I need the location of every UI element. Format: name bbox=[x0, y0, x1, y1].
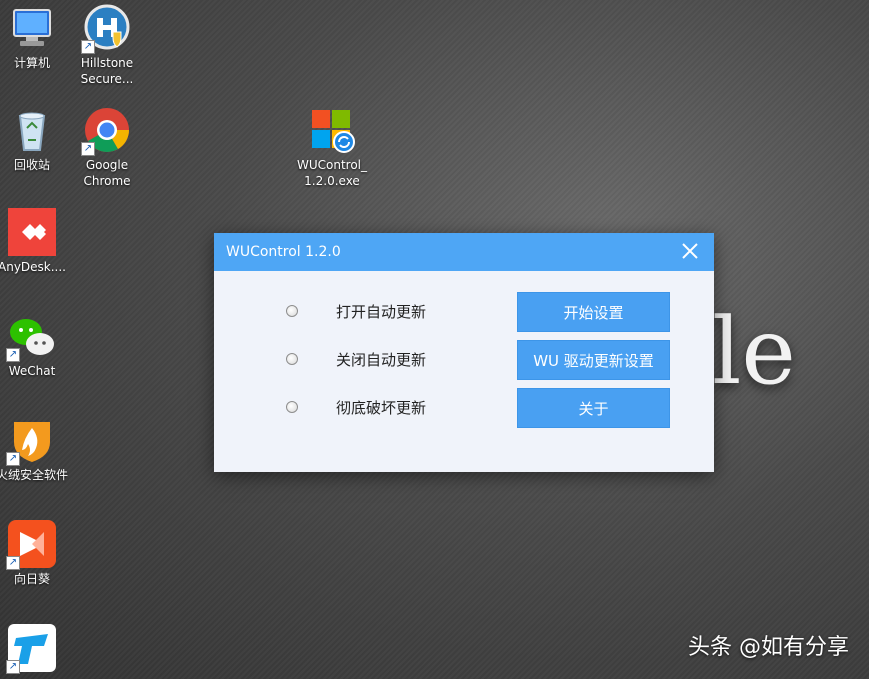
about-button[interactable]: 关于 bbox=[517, 388, 670, 428]
recycle-bin-icon bbox=[8, 106, 56, 154]
start-settings-button[interactable]: 开始设置 bbox=[517, 292, 670, 332]
desktop-icon-label: WUControl_ 1.2.0.exe bbox=[296, 158, 368, 188]
wu-driver-update-settings-button[interactable]: WU 驱动更新设置 bbox=[517, 340, 670, 380]
computer-icon bbox=[8, 4, 56, 52]
desktop-wallpaper-logo: le bbox=[712, 298, 796, 405]
dialog-title: WUControl 1.2.0 bbox=[226, 244, 341, 260]
desktop-icon-anydesk[interactable]: AnyDesk.... bbox=[0, 208, 68, 275]
shortcut-arrow-icon: ↗ bbox=[81, 40, 95, 54]
desktop-icon-label: Hillstone Secure... bbox=[80, 56, 134, 86]
anydesk-icon bbox=[8, 208, 56, 256]
desktop-icon-label: WeChat bbox=[8, 364, 56, 378]
desktop-icon-label: AnyDesk.... bbox=[0, 260, 66, 274]
shortcut-arrow-icon: ↗ bbox=[6, 556, 20, 570]
radio-disable-auto-update[interactable] bbox=[286, 353, 298, 365]
option-label: 彻底破坏更新 bbox=[336, 399, 427, 417]
close-button[interactable] bbox=[676, 237, 704, 265]
shortcut-arrow-icon: ↗ bbox=[6, 660, 20, 674]
huorong-security-icon: ↗ bbox=[6, 416, 56, 466]
radio-destroy-update[interactable] bbox=[286, 401, 298, 413]
hillstone-icon: ↗ bbox=[81, 4, 131, 54]
shortcut-arrow-icon: ↗ bbox=[6, 348, 20, 362]
desktop-icon-wechat[interactable]: ↗ WeChat bbox=[0, 312, 68, 379]
shortcut-arrow-icon: ↗ bbox=[81, 142, 95, 156]
windows-update-icon bbox=[308, 106, 356, 154]
wechat-icon: ↗ bbox=[6, 312, 56, 362]
desktop-icon-label: 火绒安全软件 bbox=[0, 468, 69, 482]
option-row-enable: 打开自动更新 开始设置 bbox=[214, 292, 714, 332]
desktop-icon-hillstone[interactable]: ↗ Hillstone Secure... bbox=[71, 4, 143, 87]
option-row-destroy: 彻底破坏更新 关于 bbox=[214, 388, 714, 428]
chrome-icon: ↗ bbox=[81, 106, 131, 156]
wucontrol-dialog: WUControl 1.2.0 打开自动更新 开始设置 关闭自动更新 WU 驱动… bbox=[214, 233, 714, 472]
option-row-disable: 关闭自动更新 WU 驱动更新设置 bbox=[214, 340, 714, 380]
blue-app-icon: ↗ bbox=[6, 624, 56, 674]
dialog-titlebar[interactable]: WUControl 1.2.0 bbox=[214, 233, 714, 271]
close-icon bbox=[682, 243, 698, 259]
desktop-icon-label: Google Chrome bbox=[83, 158, 131, 188]
watermark-text: 头条 @如有分享 bbox=[688, 635, 849, 660]
desktop-icon-huorong[interactable]: ↗ 火绒安全软件 bbox=[0, 416, 68, 483]
desktop-icon-recycle-bin[interactable]: 回收站 bbox=[0, 106, 68, 173]
desktop-icon-computer[interactable]: 计算机 bbox=[0, 4, 68, 71]
radio-enable-auto-update[interactable] bbox=[286, 305, 298, 317]
desktop-icon-google-chrome[interactable]: ↗ Google Chrome bbox=[71, 106, 143, 189]
desktop-icon-label: 回收站 bbox=[13, 158, 50, 172]
desktop-icon-label: 计算机 bbox=[13, 56, 50, 70]
sunflower-remote-icon: ↗ bbox=[6, 520, 56, 570]
option-label: 打开自动更新 bbox=[336, 303, 427, 321]
option-label: 关闭自动更新 bbox=[336, 351, 427, 369]
desktop-icon-partial[interactable]: ↗ bbox=[0, 624, 68, 675]
desktop-icon-wucontrol-exe[interactable]: WUControl_ 1.2.0.exe bbox=[296, 106, 368, 189]
shortcut-arrow-icon: ↗ bbox=[6, 452, 20, 466]
desktop-icon-label: 向日葵 bbox=[13, 572, 50, 586]
desktop-icon-sunflower[interactable]: ↗ 向日葵 bbox=[0, 520, 68, 587]
